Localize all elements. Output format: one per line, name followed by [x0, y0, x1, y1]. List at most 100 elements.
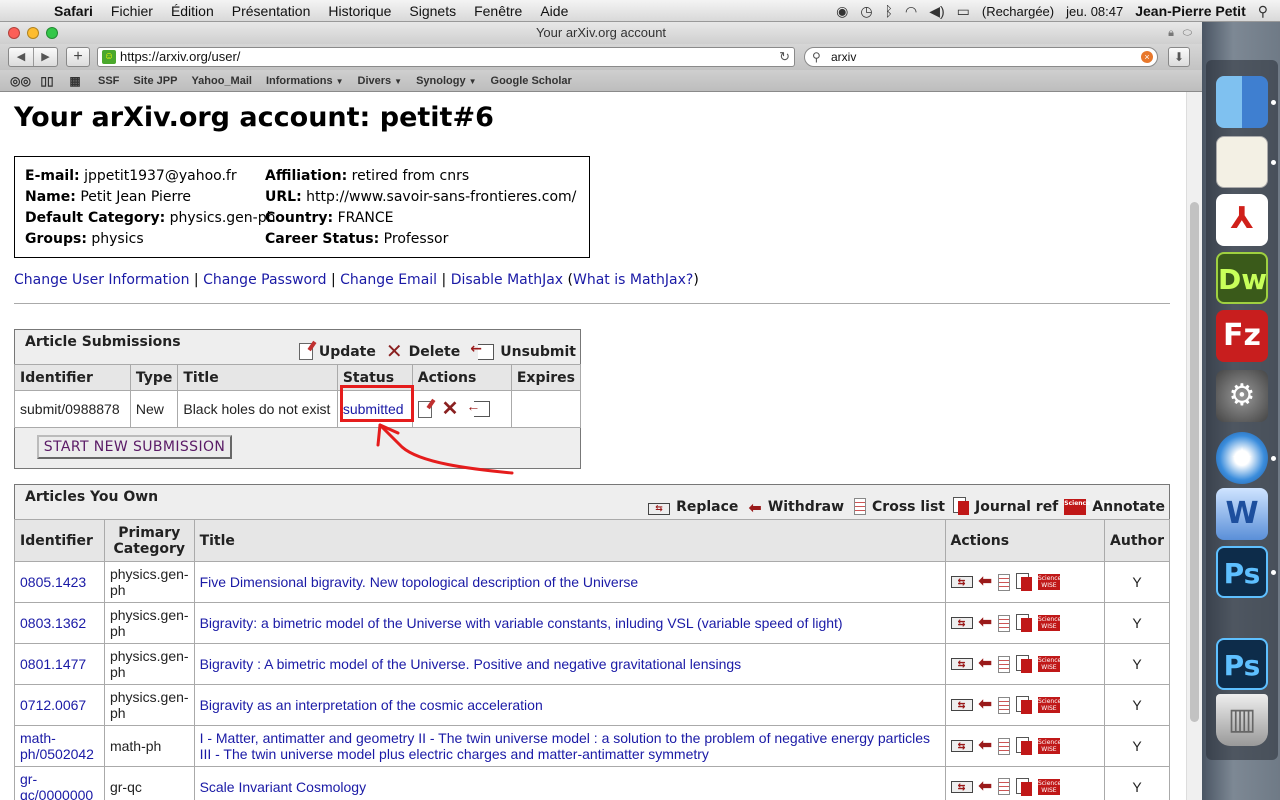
withdraw-icon[interactable]: ⬅ — [979, 778, 992, 794]
trash-icon[interactable]: ▥ — [1216, 694, 1268, 746]
delete-icon[interactable]: ✕ — [442, 399, 459, 419]
bookmark-informations[interactable]: Informations ▼ — [266, 75, 344, 87]
filezilla-icon[interactable]: Fz — [1216, 310, 1268, 362]
bluetooth-icon[interactable]: ᛒ — [885, 3, 893, 19]
journal-ref-icon[interactable] — [1015, 737, 1032, 756]
withdraw-icon[interactable]: ⬅ — [979, 697, 992, 713]
add-bookmark-button[interactable]: + — [66, 47, 90, 67]
article-identifier-link[interactable]: 0803.1362 — [20, 615, 86, 631]
bookmark-google-scholar[interactable]: Google Scholar — [491, 75, 572, 87]
update-icon[interactable] — [417, 400, 432, 418]
change-user-info-link[interactable]: Change User Information — [14, 272, 189, 288]
battery-status[interactable]: (Rechargée) — [982, 4, 1054, 19]
article-title-link[interactable]: Bigravity : A bimetric model of the Univ… — [200, 656, 742, 672]
cross-list-icon[interactable] — [997, 737, 1010, 755]
journal-ref-icon[interactable] — [1015, 614, 1032, 633]
bookmarks-book-icon[interactable]: ▯▯ — [38, 74, 56, 88]
spotlight-icon[interactable]: ⚲ — [1258, 3, 1268, 20]
menu-app[interactable]: Safari — [54, 3, 93, 19]
back-button[interactable]: ◀ — [9, 48, 33, 66]
wifi-icon[interactable]: ◠ — [905, 3, 917, 20]
replace-icon[interactable]: ⇆ — [950, 740, 973, 753]
scrollbar-thumb[interactable] — [1190, 202, 1199, 722]
disable-mathjax-link[interactable]: Disable MathJax — [451, 272, 563, 288]
withdraw-icon[interactable]: ⬅ — [979, 574, 992, 590]
battery-icon[interactable]: ▭ — [957, 3, 970, 20]
article-title-link[interactable]: Bigravity: a bimetric model of the Unive… — [200, 615, 843, 631]
withdraw-icon[interactable]: ⬅ — [979, 738, 992, 754]
photoshop-2-icon[interactable]: Ps — [1216, 638, 1268, 690]
science-wise-icon[interactable]: Science WISE — [1037, 615, 1061, 632]
address-bar[interactable]: ☺ https://arxiv.org/user/ ↻ — [97, 47, 795, 67]
journal-ref-icon[interactable] — [1015, 655, 1032, 674]
article-identifier-link[interactable]: 0801.1477 — [20, 656, 86, 672]
system-preferences-icon[interactable]: ⚙ — [1216, 370, 1268, 422]
what-is-mathjax-link[interactable]: What is MathJax? — [573, 272, 693, 288]
menu-signets[interactable]: Signets — [409, 3, 456, 19]
volume-icon[interactable]: ◀) — [929, 3, 944, 20]
change-email-link[interactable]: Change Email — [340, 272, 437, 288]
textedit-icon[interactable] — [1216, 136, 1268, 188]
article-identifier-link[interactable]: 0805.1423 — [20, 574, 86, 590]
menu-edition[interactable]: Édition — [171, 3, 214, 19]
science-wise-icon[interactable]: Science WISE — [1037, 778, 1061, 795]
article-title-link[interactable]: Bigravity as an interpretation of the co… — [200, 697, 543, 713]
article-title-link[interactable]: Scale Invariant Cosmology — [200, 779, 367, 795]
article-identifier-link[interactable]: 0712.0067 — [20, 697, 86, 713]
science-wise-icon[interactable]: Science WISE — [1037, 697, 1061, 714]
close-window-button[interactable] — [8, 27, 20, 39]
dreamweaver-icon[interactable]: Dw — [1216, 252, 1268, 304]
journal-ref-icon[interactable] — [1015, 573, 1032, 592]
journal-ref-icon[interactable] — [1015, 696, 1032, 715]
cross-list-icon[interactable] — [997, 614, 1010, 632]
start-new-submission-button[interactable]: START NEW SUBMISSION — [37, 435, 232, 459]
cross-list-icon[interactable] — [997, 778, 1010, 796]
bookmark-divers[interactable]: Divers ▼ — [358, 75, 403, 87]
journal-ref-icon[interactable] — [1015, 777, 1032, 796]
science-wise-icon[interactable]: Science WISE — [1037, 656, 1061, 673]
bookmark-yahoo-mail[interactable]: Yahoo_Mail — [191, 75, 252, 87]
cross-list-icon[interactable] — [997, 573, 1010, 591]
menubar-clock[interactable]: jeu. 08:47 — [1066, 4, 1123, 19]
article-identifier-link[interactable]: math-ph/0502042 — [20, 730, 94, 762]
clear-search-icon[interactable]: × — [1141, 51, 1153, 63]
menu-fichier[interactable]: Fichier — [111, 3, 153, 19]
menubar-user[interactable]: Jean-Pierre Petit — [1135, 3, 1246, 19]
reading-list-icon[interactable]: ◎◎ — [10, 74, 31, 88]
replace-icon[interactable]: ⇆ — [950, 699, 973, 712]
withdraw-icon[interactable]: ⬅ — [979, 656, 992, 672]
expand-toolbar-button[interactable]: ⬭ — [1183, 22, 1192, 44]
menu-fenetre[interactable]: Fenêtre — [474, 3, 522, 19]
change-password-link[interactable]: Change Password — [203, 272, 326, 288]
search-field[interactable]: ⚲ arxiv × — [804, 47, 1158, 67]
window-titlebar[interactable]: Your arXiv.org account 🔒︎ ⬭ — [0, 22, 1202, 44]
bookmark-synology[interactable]: Synology ▼ — [416, 75, 476, 87]
cross-list-icon[interactable] — [997, 655, 1010, 673]
top-sites-grid-icon[interactable]: ▦ — [66, 74, 84, 88]
safari-icon[interactable]: ✧ — [1216, 432, 1268, 484]
word-icon[interactable]: W — [1216, 488, 1268, 540]
replace-icon[interactable]: ⇆ — [950, 576, 973, 589]
science-wise-icon[interactable]: Science WISE — [1037, 574, 1061, 591]
stop-icon[interactable]: ◉ — [836, 3, 848, 20]
science-wise-icon[interactable]: Science WISE — [1037, 738, 1061, 755]
unsubmit-icon[interactable] — [466, 398, 491, 418]
menu-aide[interactable]: Aide — [540, 3, 568, 19]
replace-icon[interactable]: ⇆ — [950, 780, 973, 793]
replace-icon[interactable]: ⇆ — [950, 617, 973, 630]
withdraw-icon[interactable]: ⬅ — [979, 615, 992, 631]
article-title-link[interactable]: Five Dimensional bigravity. New topologi… — [200, 574, 639, 590]
cross-list-icon[interactable] — [997, 696, 1010, 714]
menu-historique[interactable]: Historique — [328, 3, 391, 19]
replace-icon[interactable]: ⇆ — [950, 658, 973, 671]
time-machine-icon[interactable]: ◷ — [860, 3, 872, 20]
bookmark-site-jpp[interactable]: Site JPP — [133, 75, 177, 87]
finder-icon[interactable] — [1216, 76, 1268, 128]
reload-icon[interactable]: ↻ — [779, 48, 790, 66]
minimize-window-button[interactable] — [27, 27, 39, 39]
bookmark-ssf[interactable]: SSF — [98, 75, 119, 87]
page-scrollbar[interactable] — [1186, 92, 1202, 800]
menu-presentation[interactable]: Présentation — [232, 3, 311, 19]
zoom-window-button[interactable] — [46, 27, 58, 39]
article-identifier-link[interactable]: gr-qc/0000000 — [20, 771, 93, 800]
